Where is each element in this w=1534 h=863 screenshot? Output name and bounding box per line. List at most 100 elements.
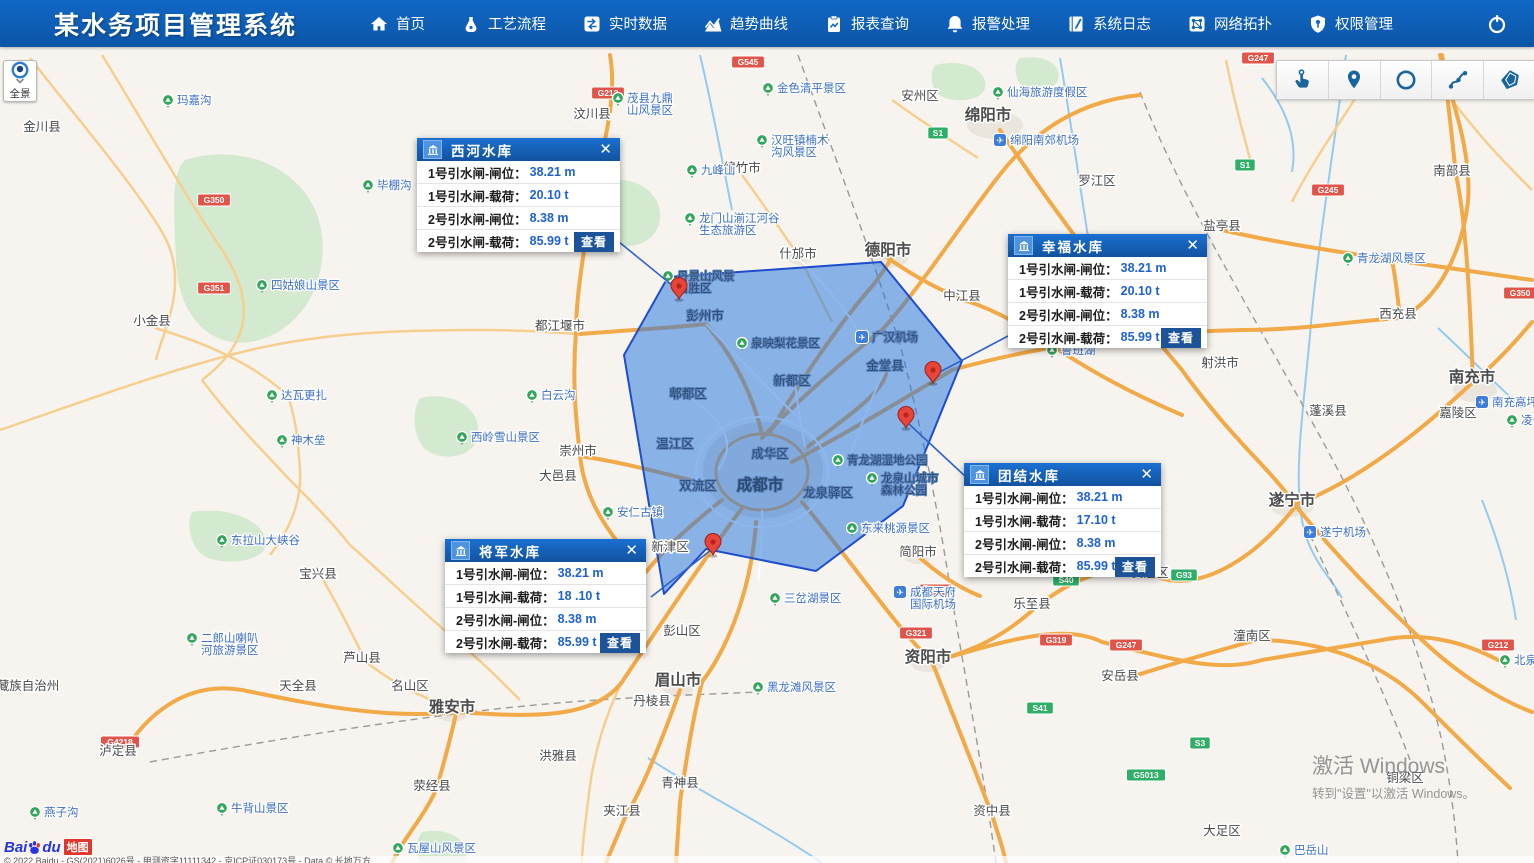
view-button[interactable]: 查看: [1161, 328, 1201, 348]
popup-row-value: 85.99 t: [530, 234, 569, 248]
map-city-label: 藏族自治州: [0, 679, 59, 693]
popup-row: 2号引水闸-闸位：8.38 m: [417, 206, 620, 229]
popup-close-icon[interactable]: ✕: [599, 142, 612, 157]
road-shield-label: S41: [1032, 703, 1047, 713]
scenic-spot: 神木垒: [277, 433, 326, 448]
polyline-tool-button[interactable]: [1431, 61, 1483, 99]
nav-item-home[interactable]: 首页: [369, 13, 425, 34]
map-city-label: 简阳市: [899, 544, 937, 559]
nav-item-process[interactable]: 工艺流程: [461, 13, 546, 34]
map-city-label: 名山区: [391, 678, 429, 693]
road-shield: G5013: [1127, 769, 1166, 781]
map-canvas[interactable]: G213G545S1S1G245S2G350G351G350G631G318G3…: [0, 0, 1534, 863]
nav-item-alarm[interactable]: 报警处理: [945, 13, 1030, 34]
top-navbar: 某水务项目管理系统 首页 工艺流程 实时数据 趋势曲线 报表查询 报警处理 系统日志 网络拓扑…: [0, 0, 1534, 47]
map-city-label: 成都市: [737, 475, 784, 494]
nav-item-label: 权限管理: [1335, 13, 1393, 34]
map-city-label: 绵阳市: [965, 105, 1012, 124]
logout-button[interactable]: [1486, 13, 1508, 35]
reservoir-popup: 幸福水库✕1号引水闸-闸位：38.21 m1号引水闸-载荷：20.10 t2号引…: [1008, 234, 1207, 348]
app-title: 某水务项目管理系统: [54, 6, 297, 42]
water-management-app: { "app": { "title": "某水务项目管理系统" }, "nav"…: [0, 0, 1534, 863]
map-city-label: 小金县: [133, 313, 171, 328]
road-shield-label: G321: [906, 628, 927, 638]
map-city-label: 资中县: [973, 803, 1011, 818]
hand-tool-button[interactable]: [1277, 61, 1328, 99]
polygon-tool-button[interactable]: [1483, 61, 1534, 99]
popup-row: 1号引水闸-闸位：38.21 m: [1008, 257, 1207, 279]
airport-label: 南充高坪机场: [1492, 395, 1534, 409]
process-icon: [461, 14, 481, 34]
map-city-label: 铜梁区: [1386, 770, 1424, 785]
popup-row-label: 2号引水闸-闸位：: [1019, 305, 1118, 324]
circle-tool-button[interactable]: [1380, 61, 1432, 99]
nav-item-label: 首页: [396, 13, 425, 34]
road-shield-label: G351: [204, 283, 225, 293]
nav-item-log[interactable]: 系统日志: [1066, 13, 1151, 34]
map-city-label: 都江堰市: [535, 318, 585, 333]
view-button[interactable]: 查看: [600, 633, 640, 653]
popup-header: 将军水库✕: [445, 539, 646, 562]
map-city-label: 罗江区: [1078, 174, 1116, 188]
scenic-label: 白云沟: [541, 388, 576, 402]
reservoir-popup: 将军水库✕1号引水闸-闸位：38.21 m1号引水闸-载荷：18 .10 t2号…: [445, 539, 646, 653]
popup-row-label: 2号引水闸-闸位：: [428, 209, 527, 228]
nav-item-label: 报表查询: [851, 13, 909, 34]
popup-row-label: 1号引水闸-载荷：: [456, 587, 555, 606]
popup-close-icon[interactable]: ✕: [1186, 238, 1199, 253]
road-shield: G350: [1504, 287, 1534, 299]
map-city-label: 夹江县: [603, 804, 641, 818]
nav-item-realtime[interactable]: 实时数据: [582, 13, 667, 34]
popup-row: 2号引水闸-载荷：85.99 t查看: [417, 229, 620, 252]
map-city-label: 安州区: [901, 88, 939, 103]
map-city-label: 双流区: [679, 479, 717, 493]
reservoir-icon: [451, 541, 470, 560]
main-nav: 首页 工艺流程 实时数据 趋势曲线 报表查询 报警处理 系统日志 网络拓扑 权限管理: [369, 13, 1393, 34]
marker-tool-icon: [1342, 68, 1366, 92]
airport-label: 遂宁机场: [1320, 525, 1366, 539]
nav-item-trend[interactable]: 趋势曲线: [703, 13, 788, 34]
marker-tool-button[interactable]: [1328, 61, 1380, 99]
popup-row: 2号引水闸-载荷：85.99 t查看: [445, 630, 646, 653]
home-icon: [369, 14, 389, 34]
popup-row: 2号引水闸-闸位：8.38 m: [445, 607, 646, 630]
map-city-label: 南充市: [1449, 367, 1496, 386]
popup-title: 西河水库: [451, 140, 599, 160]
popup-row-value: 38.21 m: [558, 566, 604, 580]
road-shield: S41: [1027, 702, 1054, 714]
alarm-icon: [945, 14, 965, 34]
nav-item-topology[interactable]: 网络拓扑: [1187, 13, 1272, 34]
copyright-text: © 2022 Baidu - GS(2021)6026号 - 甲测资字11111…: [4, 856, 371, 863]
panorama-label: 全景: [10, 86, 31, 101]
popup-close-icon[interactable]: ✕: [625, 543, 638, 558]
scenic-label: 汉旺镇楠木: [771, 133, 829, 147]
scenic-label: 青龙湖湿地公园: [847, 453, 928, 467]
road-shield-label: G247: [1248, 53, 1269, 63]
scenic-label: 西岭雪山景区: [471, 430, 540, 444]
map-city-label: 崇州市: [559, 443, 597, 458]
panorama-control[interactable]: 全景: [3, 60, 37, 102]
popup-row: 1号引水闸-闸位：38.21 m: [445, 562, 646, 584]
popup-row: 2号引水闸-闸位：8.38 m: [1008, 302, 1207, 325]
road-shield-label: G212: [1488, 640, 1509, 650]
road-shield: G93: [1171, 569, 1198, 581]
nav-item-report[interactable]: 报表查询: [824, 13, 909, 34]
scenic-label: 东拉山大峡谷: [231, 533, 300, 547]
trend-icon: [703, 14, 723, 34]
popup-row-value: 8.38 m: [558, 612, 597, 626]
popup-row-label: 1号引水闸-载荷：: [975, 511, 1074, 530]
view-button[interactable]: 查看: [1115, 557, 1155, 577]
reservoir-icon: [1014, 236, 1033, 255]
nav-item-label: 报警处理: [972, 13, 1030, 34]
popup-close-icon[interactable]: ✕: [1140, 467, 1153, 482]
realtime-icon: [582, 14, 602, 34]
popup-row-value: 85.99 t: [1077, 559, 1116, 573]
map-draw-toolbar: [1276, 60, 1534, 100]
nav-item-permission[interactable]: 权限管理: [1308, 13, 1393, 34]
view-button[interactable]: 查看: [574, 232, 614, 252]
nav-item-label: 实时数据: [609, 13, 667, 34]
road-shield-label: G245: [1318, 185, 1339, 195]
panorama-icon: [10, 61, 30, 85]
popup-row-label: 2号引水闸-载荷：: [456, 633, 555, 652]
popup-row-value: 38.21 m: [530, 165, 576, 179]
